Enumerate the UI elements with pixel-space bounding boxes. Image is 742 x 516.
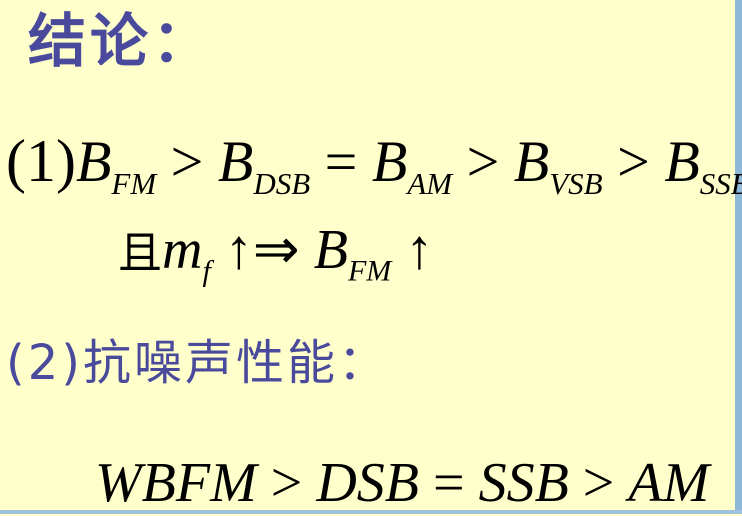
subscript-f: f: [202, 254, 211, 288]
item-label-1: (1): [6, 128, 76, 194]
term-dsb: DSB: [316, 452, 419, 514]
symbol-b: B: [313, 219, 348, 281]
up-arrow-icon: ↑: [224, 219, 253, 281]
symbol-b: B: [371, 129, 408, 194]
symbol-b: B: [75, 129, 112, 194]
equals-sign: =: [432, 452, 465, 514]
bandwidth-comparison: (1)BFM > BDSB = BAM > BVSB > BSSB: [6, 126, 742, 199]
subscript-am: AM: [407, 166, 453, 202]
term-am: AM: [628, 452, 710, 514]
subscript-fm: FM: [111, 166, 157, 202]
symbol-b: B: [217, 129, 254, 194]
noise-performance-heading: (2)抗噪声性能：: [6, 335, 389, 391]
equals-sign: =: [324, 129, 358, 194]
right-edge-stripe: [735, 0, 742, 514]
symbol-b: B: [664, 129, 700, 194]
up-arrow-icon: ↑: [405, 219, 434, 281]
term-wbfm: WBFM: [95, 452, 257, 514]
term-ssb: SSB: [478, 452, 569, 514]
greater-than-sign: >: [582, 452, 615, 514]
greater-than-sign: >: [170, 129, 204, 194]
conclusion-title: 结论：: [28, 7, 215, 75]
modulation-index-relation: 且mf ↑⇒ BFM ↑: [118, 215, 433, 289]
symbol-m: m: [162, 219, 203, 281]
symbol-b: B: [513, 129, 550, 194]
greater-than-sign: >: [466, 129, 500, 194]
greater-than-sign: >: [270, 452, 303, 514]
subscript-vsb: VSB: [549, 166, 603, 202]
and-label: 且: [118, 228, 162, 279]
subscript-dsb: DSB: [253, 166, 311, 202]
implies-arrow-icon: ⇒: [252, 219, 300, 281]
greater-than-sign: >: [617, 129, 650, 194]
noise-performance-comparison: WBFM > DSB = SSB > AM: [95, 450, 709, 516]
subscript-fm: FM: [347, 254, 392, 288]
subscript-ssb: SSB: [699, 166, 742, 202]
